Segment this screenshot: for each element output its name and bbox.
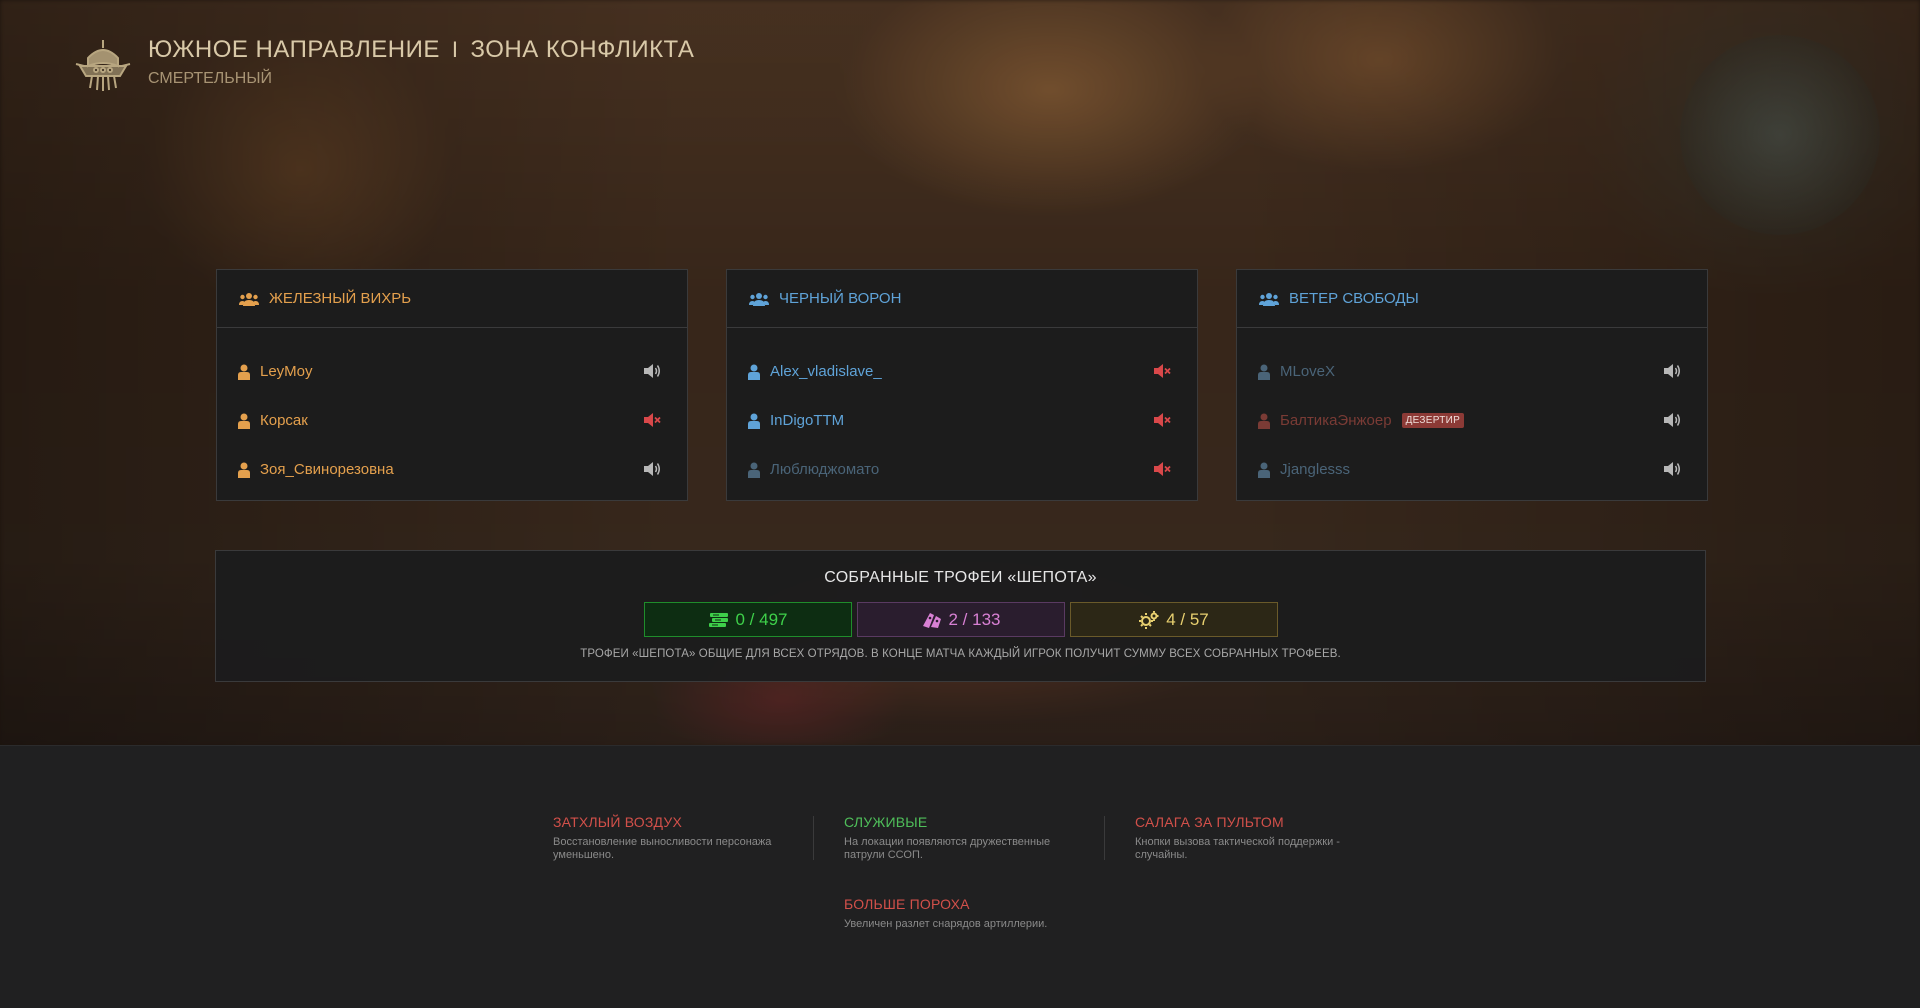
trophy-green-value: 0 / 497 [735, 609, 788, 629]
squad-header: ЧЕРНЫЙ ВОРОН [727, 270, 1197, 328]
modifier-title: СЛУЖИВЫЕ [844, 814, 928, 830]
player-name: БалтикаЭнжоер [1280, 412, 1392, 429]
player-icon [1258, 462, 1270, 478]
speaker-on-icon[interactable] [1663, 461, 1681, 477]
modifier-desc: Кнопки вызова тактической поддержки - сл… [1135, 836, 1340, 861]
player-name: Зоя_Свинорезовна [260, 461, 394, 478]
trophy-counter-yellow: 4 / 57 [1069, 602, 1278, 637]
speaker-on-icon[interactable] [643, 363, 661, 379]
squad-name: ЖЕЛЕЗНЫЙ ВИХРЬ [269, 290, 412, 307]
player-icon [1258, 364, 1270, 380]
squad-card: ЧЕРНЫЙ ВОРОН Alex_vladislave_ InDigoTTM … [726, 269, 1198, 501]
modifier-desc: На локации появляются дружественные патр… [844, 836, 1051, 861]
modifier-stale-air: ЗАТХЛЫЙ ВОЗДУХ Восстановление выносливос… [553, 814, 793, 862]
player-name: MLoveX [1280, 363, 1336, 380]
player-row[interactable]: InDigoTTM [727, 396, 1197, 445]
gear-part-icon [1139, 610, 1159, 629]
pink-component-icon [922, 612, 941, 628]
speaker-muted-icon[interactable] [1153, 363, 1171, 379]
player-icon [238, 462, 250, 478]
modifiers-panel [0, 745, 1920, 1008]
speaker-on-icon[interactable] [1663, 363, 1681, 379]
difficulty-label: СМЕРТЕЛЬНЫЙ [148, 70, 272, 87]
trophy-purple-value: 2 / 133 [948, 609, 1001, 629]
player-row[interactable]: Alex_vladislave_ [727, 347, 1197, 396]
player-row[interactable]: Зоя_Свинорезовна [217, 445, 687, 494]
player-name: Корсак [260, 412, 308, 429]
trophies-note: ТРОФЕИ «ШЕПОТА» ОБЩИЕ ДЛЯ ВСЕХ ОТРЯДОВ. … [580, 648, 1341, 660]
title-separator: I [451, 37, 459, 62]
zone-title: ЗОНА КОНФЛИКТА [470, 36, 695, 63]
player-name: Jjanglesss [1280, 461, 1351, 478]
trophy-yellow-value: 4 / 57 [1166, 609, 1209, 629]
player-icon [238, 413, 250, 429]
modifier-desc: Восстановление выносливости персонажа ум… [553, 836, 772, 861]
player-row[interactable]: Люблюджомато [727, 445, 1197, 494]
modifier-divider [1104, 816, 1105, 860]
modifier-more-powder: БОЛЬШЕ ПОРОХА Увеличен разлет снарядов а… [844, 896, 1084, 931]
player-icon [238, 364, 250, 380]
speaker-on-icon[interactable] [643, 461, 661, 477]
player-row[interactable]: БалтикаЭнжоер ДЕЗЕРТИР [1237, 396, 1707, 445]
trophies-title: СОБРАННЫЕ ТРОФЕИ «ШЕПОТА» [824, 569, 1097, 586]
group-icon [239, 292, 259, 306]
player-row[interactable]: Корсак [217, 396, 687, 445]
player-icon [748, 413, 760, 429]
squad-name: ВЕТЕР СВОБОДЫ [1289, 290, 1419, 307]
trophy-counter-purple: 2 / 133 [856, 602, 1065, 637]
modifier-title: БОЛЬШЕ ПОРОХА [844, 896, 970, 912]
speaker-muted-icon[interactable] [1153, 461, 1171, 477]
modifier-servicemen: СЛУЖИВЫЕ На локации появляются дружестве… [844, 814, 1084, 862]
modifier-title: САЛАГА ЗА ПУЛЬТОМ [1135, 814, 1284, 830]
squad-card: ВЕТЕР СВОБОДЫ MLoveX БалтикаЭнжоер ДЕЗЕР… [1236, 269, 1708, 501]
modifier-title: ЗАТХЛЫЙ ВОЗДУХ [553, 814, 683, 830]
player-row[interactable]: MLoveX [1237, 347, 1707, 396]
trophy-counters: 0 / 497 2 / 133 4 / 57 [216, 602, 1705, 637]
squads-container: ЖЕЛЕЗНЫЙ ВИХРЬ LeyMoy Корсак Зоя_Свиноре… [216, 269, 1708, 501]
trophies-panel: СОБРАННЫЕ ТРОФЕИ «ШЕПОТА» 0 / 497 2 / 13… [215, 550, 1706, 682]
squad-header: ЖЕЛЕЗНЫЙ ВИХРЬ [217, 270, 687, 328]
squad-name: ЧЕРНЫЙ ВОРОН [779, 290, 902, 307]
player-icon [748, 364, 760, 380]
region-title: ЮЖНОЕ НАПРАВЛЕНИЕ [148, 36, 440, 63]
mission-header: ЮЖНОЕ НАПРАВЛЕНИЕ I ЗОНА КОНФЛИКТА СМЕРТ… [72, 36, 694, 94]
modifier-rookie-at-console: САЛАГА ЗА ПУЛЬТОМ Кнопки вызова тактичес… [1135, 814, 1375, 862]
speaker-muted-icon[interactable] [1153, 412, 1171, 428]
group-icon [1259, 292, 1279, 306]
player-name: Alex_vladislave_ [770, 363, 882, 380]
player-name: LeyMoy [260, 363, 313, 380]
scrap-stack-icon [708, 612, 728, 627]
modifier-divider [813, 816, 814, 860]
player-row[interactable]: Jjanglesss [1237, 445, 1707, 494]
player-icon [1258, 413, 1270, 429]
player-name: Люблюджомато [770, 461, 880, 478]
deserter-badge: ДЕЗЕРТИР [1401, 413, 1465, 428]
blurred-minimap [1680, 35, 1880, 235]
squad-card: ЖЕЛЕЗНЫЙ ВИХРЬ LeyMoy Корсак Зоя_Свиноре… [216, 269, 688, 501]
player-name: InDigoTTM [770, 412, 845, 429]
speaker-muted-icon[interactable] [643, 412, 661, 428]
player-row[interactable]: LeyMoy [217, 347, 687, 396]
speaker-on-icon[interactable] [1663, 412, 1681, 428]
skull-helmet-emblem-icon [75, 40, 131, 91]
squad-header: ВЕТЕР СВОБОДЫ [1237, 270, 1707, 328]
modifier-desc: Увеличен разлет снарядов артиллерии. [844, 918, 1048, 930]
player-icon [748, 462, 760, 478]
trophy-counter-green: 0 / 497 [643, 602, 852, 637]
group-icon [749, 292, 769, 306]
